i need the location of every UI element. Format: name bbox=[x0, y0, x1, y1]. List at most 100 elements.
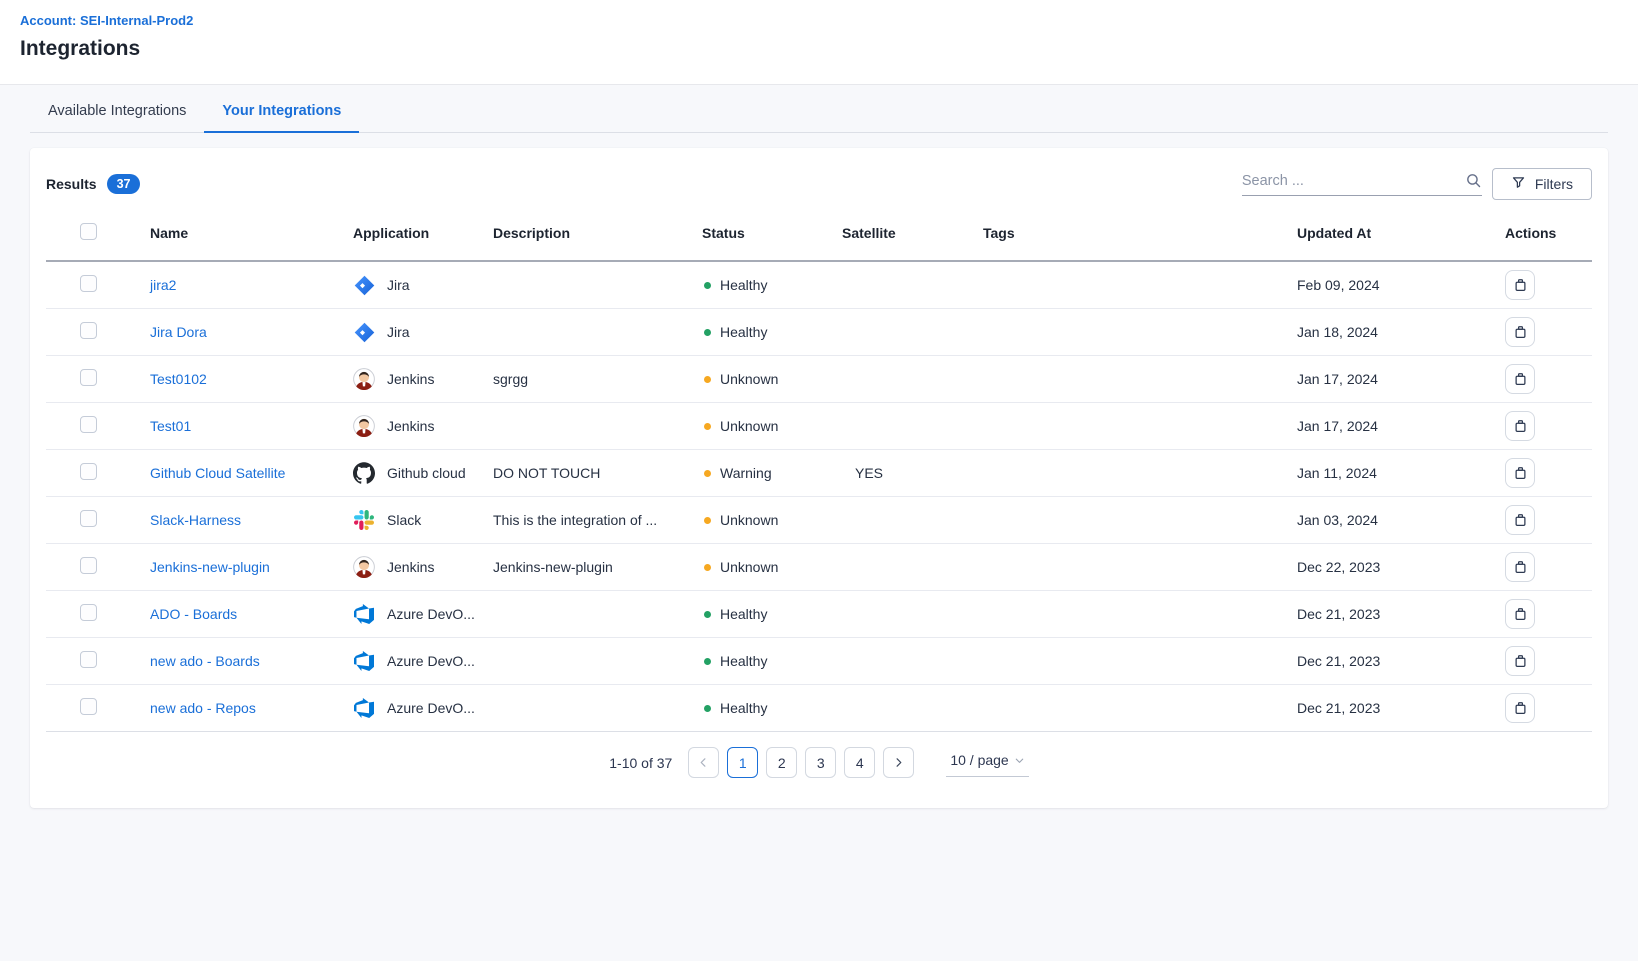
page-size-select[interactable]: 10 / page bbox=[946, 748, 1028, 777]
row-checkbox[interactable] bbox=[80, 698, 97, 715]
application-label: Jira bbox=[387, 277, 410, 293]
row-checkbox[interactable] bbox=[80, 275, 97, 292]
application-label: Slack bbox=[387, 512, 421, 528]
row-checkbox[interactable] bbox=[80, 557, 97, 574]
table-body: jira2JiraHealthyFeb 09, 2024Jira DoraJir… bbox=[46, 262, 1592, 732]
row-checkbox[interactable] bbox=[80, 369, 97, 386]
column-header-actions: Actions bbox=[1498, 225, 1592, 241]
table-row: jira2JiraHealthyFeb 09, 2024 bbox=[46, 262, 1592, 309]
slack-icon bbox=[353, 510, 375, 530]
jenkins-icon bbox=[353, 368, 375, 390]
azure-devops-icon bbox=[353, 698, 375, 718]
status-label: Healthy bbox=[720, 700, 767, 716]
description-cell: sgrgg bbox=[493, 371, 702, 387]
row-checkbox[interactable] bbox=[80, 510, 97, 527]
delete-button[interactable] bbox=[1505, 505, 1535, 535]
github-icon bbox=[353, 462, 375, 484]
page-buttons: 1234 bbox=[727, 747, 875, 778]
status-dot bbox=[704, 470, 711, 477]
integration-name-link[interactable]: ADO - Boards bbox=[150, 606, 237, 622]
delete-button[interactable] bbox=[1505, 270, 1535, 300]
integration-name-link[interactable]: Github Cloud Satellite bbox=[150, 465, 285, 481]
integration-name-link[interactable]: jira2 bbox=[150, 277, 176, 293]
column-header-name: Name bbox=[150, 225, 353, 241]
azure-devops-icon bbox=[353, 651, 375, 671]
jira-icon bbox=[353, 275, 375, 296]
application-label: Azure DevO... bbox=[387, 700, 475, 716]
delete-button[interactable] bbox=[1505, 317, 1535, 347]
search-input[interactable] bbox=[1242, 173, 1465, 189]
row-checkbox[interactable] bbox=[80, 416, 97, 433]
filter-funnel-icon bbox=[1511, 175, 1526, 193]
select-all-checkbox[interactable] bbox=[80, 223, 97, 240]
row-checkbox[interactable] bbox=[80, 604, 97, 621]
delete-button[interactable] bbox=[1505, 599, 1535, 629]
tab-available-integrations[interactable]: Available Integrations bbox=[30, 103, 204, 133]
updated-at-cell: Dec 21, 2023 bbox=[1293, 700, 1498, 716]
search-field bbox=[1242, 172, 1482, 196]
page-button-4[interactable]: 4 bbox=[844, 747, 875, 778]
azure-devops-icon bbox=[353, 604, 375, 624]
page-button-2[interactable]: 2 bbox=[766, 747, 797, 778]
row-checkbox[interactable] bbox=[80, 463, 97, 480]
table-row: Slack-HarnessSlackThis is the integratio… bbox=[46, 497, 1592, 544]
tab-your-integrations[interactable]: Your Integrations bbox=[204, 103, 359, 133]
status-dot bbox=[704, 329, 711, 336]
page-button-3[interactable]: 3 bbox=[805, 747, 836, 778]
table-row: Jenkins-new-pluginJenkinsJenkins-new-plu… bbox=[46, 544, 1592, 591]
description-cell: DO NOT TOUCH bbox=[493, 465, 702, 481]
updated-at-cell: Jan 17, 2024 bbox=[1293, 371, 1498, 387]
row-checkbox[interactable] bbox=[80, 651, 97, 668]
application-label: Github cloud bbox=[387, 465, 466, 481]
search-icon bbox=[1465, 172, 1482, 189]
trash-icon bbox=[1513, 418, 1528, 434]
delete-button[interactable] bbox=[1505, 552, 1535, 582]
status-dot bbox=[704, 282, 711, 289]
status-dot bbox=[704, 423, 711, 430]
delete-button[interactable] bbox=[1505, 364, 1535, 394]
delete-button[interactable] bbox=[1505, 693, 1535, 723]
filters-button[interactable]: Filters bbox=[1492, 168, 1592, 200]
chevron-right-icon bbox=[893, 757, 904, 768]
chevron-down-icon bbox=[1014, 755, 1025, 766]
delete-button[interactable] bbox=[1505, 646, 1535, 676]
description-cell: Jenkins-new-plugin bbox=[493, 559, 702, 575]
trash-icon bbox=[1513, 512, 1528, 528]
trash-icon bbox=[1513, 277, 1528, 293]
status-dot bbox=[704, 658, 711, 665]
integration-name-link[interactable]: new ado - Boards bbox=[150, 653, 260, 669]
table-row: ADO - BoardsAzure DevO...HealthyDec 21, … bbox=[46, 591, 1592, 638]
row-checkbox[interactable] bbox=[80, 322, 97, 339]
table-row: Jira DoraJiraHealthyJan 18, 2024 bbox=[46, 309, 1592, 356]
jenkins-icon bbox=[353, 415, 375, 437]
integration-name-link[interactable]: new ado - Repos bbox=[150, 700, 256, 716]
application-label: Azure DevO... bbox=[387, 653, 475, 669]
trash-icon bbox=[1513, 700, 1528, 716]
status-label: Healthy bbox=[720, 277, 767, 293]
application-label: Azure DevO... bbox=[387, 606, 475, 622]
delete-button[interactable] bbox=[1505, 458, 1535, 488]
trash-icon bbox=[1513, 371, 1528, 387]
prev-page-button[interactable] bbox=[688, 747, 719, 778]
integration-name-link[interactable]: Jira Dora bbox=[150, 324, 207, 340]
updated-at-cell: Dec 21, 2023 bbox=[1293, 606, 1498, 622]
updated-at-cell: Jan 03, 2024 bbox=[1293, 512, 1498, 528]
integration-name-link[interactable]: Slack-Harness bbox=[150, 512, 241, 528]
column-header-updated-at: Updated At bbox=[1293, 225, 1498, 241]
results-summary: Results 37 bbox=[46, 174, 140, 194]
integration-name-link[interactable]: Jenkins-new-plugin bbox=[150, 559, 270, 575]
next-page-button[interactable] bbox=[883, 747, 914, 778]
trash-icon bbox=[1513, 324, 1528, 340]
status-dot bbox=[704, 376, 711, 383]
page-button-1[interactable]: 1 bbox=[727, 747, 758, 778]
account-breadcrumb-link[interactable]: Account: SEI-Internal-Prod2 bbox=[20, 13, 1638, 28]
application-label: Jira bbox=[387, 324, 410, 340]
table-toolbar: Results 37 Filters bbox=[46, 148, 1592, 206]
integration-name-link[interactable]: Test01 bbox=[150, 418, 191, 434]
integration-name-link[interactable]: Test0102 bbox=[150, 371, 207, 387]
table-row: Test0102JenkinssgrggUnknownJan 17, 2024 bbox=[46, 356, 1592, 403]
delete-button[interactable] bbox=[1505, 411, 1535, 441]
jira-icon bbox=[353, 322, 375, 343]
satellite-cell: YES bbox=[842, 465, 983, 481]
status-dot bbox=[704, 517, 711, 524]
